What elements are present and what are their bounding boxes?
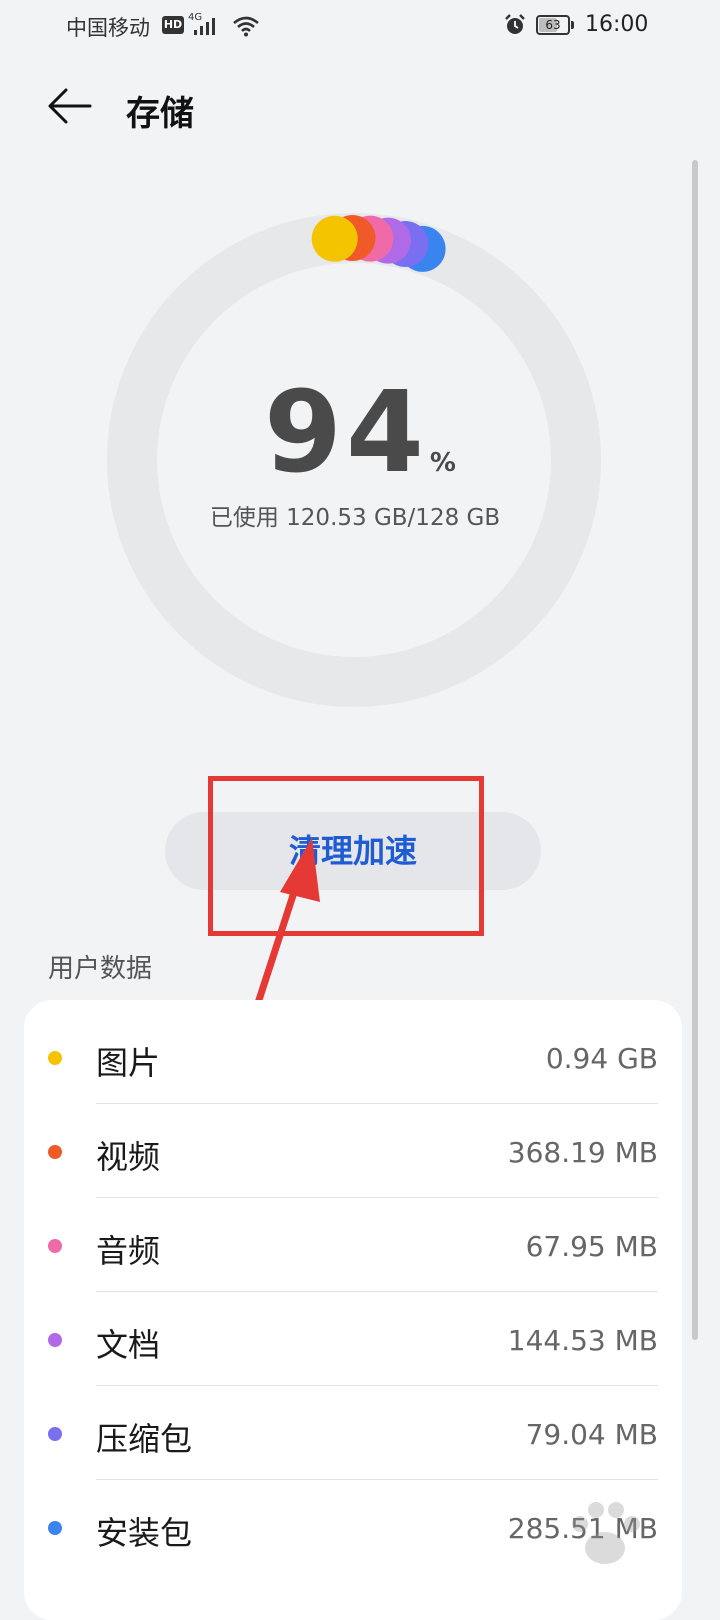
list-item-packages[interactable]: 安装包 285.51 MB xyxy=(24,1480,682,1574)
hd-badge: HD xyxy=(162,16,184,34)
list-item-archives[interactable]: 压缩包 79.04 MB xyxy=(24,1386,682,1480)
scrollbar[interactable] xyxy=(692,160,698,1340)
item-label: 安装包 xyxy=(96,1514,193,1552)
percent-sign: % xyxy=(429,448,456,478)
status-bar: 中国移动 HD 4G 63 16:00 xyxy=(0,0,720,54)
item-size: 67.95 MB xyxy=(525,1230,658,1263)
list-item-audio[interactable]: 音频 67.95 MB xyxy=(24,1198,682,1292)
color-dot xyxy=(48,1239,62,1253)
section-title-user-data: 用户数据 xyxy=(48,954,153,984)
percent-value: 94 xyxy=(264,368,428,498)
item-label: 音频 xyxy=(96,1232,161,1270)
battery-percent: 63 xyxy=(545,18,561,32)
color-dot xyxy=(48,1427,62,1441)
list-item-images[interactable]: 图片 0.94 GB xyxy=(24,1010,682,1104)
color-dot xyxy=(48,1521,62,1535)
battery-icon: 63 xyxy=(536,15,570,35)
carrier-name: 中国移动 xyxy=(66,16,150,40)
clock: 16:00 xyxy=(585,12,649,37)
wifi-icon xyxy=(233,16,259,37)
user-data-list: 图片 0.94 GB 视频 368.19 MB 音频 67.95 MB 文档 1… xyxy=(24,1000,682,1620)
color-dot xyxy=(48,1051,62,1065)
signal-icon xyxy=(194,18,215,35)
alarm-icon xyxy=(505,14,525,34)
back-button[interactable] xyxy=(44,84,96,128)
color-dot xyxy=(48,1145,62,1159)
arrow-left-icon xyxy=(48,88,92,124)
item-size: 79.04 MB xyxy=(525,1418,658,1451)
storage-percent: 94% xyxy=(0,368,720,498)
item-label: 压缩包 xyxy=(96,1420,193,1458)
item-label: 视频 xyxy=(96,1138,161,1176)
item-size: 144.53 MB xyxy=(507,1324,658,1357)
color-dot xyxy=(48,1333,62,1347)
page-title: 存储 xyxy=(126,94,194,134)
list-item-documents[interactable]: 文档 144.53 MB xyxy=(24,1292,682,1386)
gauge-segment xyxy=(311,215,358,262)
used-storage-text: 已使用 120.53 GB/128 GB xyxy=(209,505,501,531)
item-label: 文档 xyxy=(96,1326,161,1364)
battery-cap xyxy=(571,21,574,29)
item-size: 285.51 MB xyxy=(507,1512,658,1545)
clean-accelerate-button[interactable]: 清理加速 xyxy=(165,812,541,890)
item-size: 368.19 MB xyxy=(507,1136,658,1169)
item-label: 图片 xyxy=(96,1044,161,1082)
list-item-videos[interactable]: 视频 368.19 MB xyxy=(24,1104,682,1198)
item-size: 0.94 GB xyxy=(545,1042,658,1075)
